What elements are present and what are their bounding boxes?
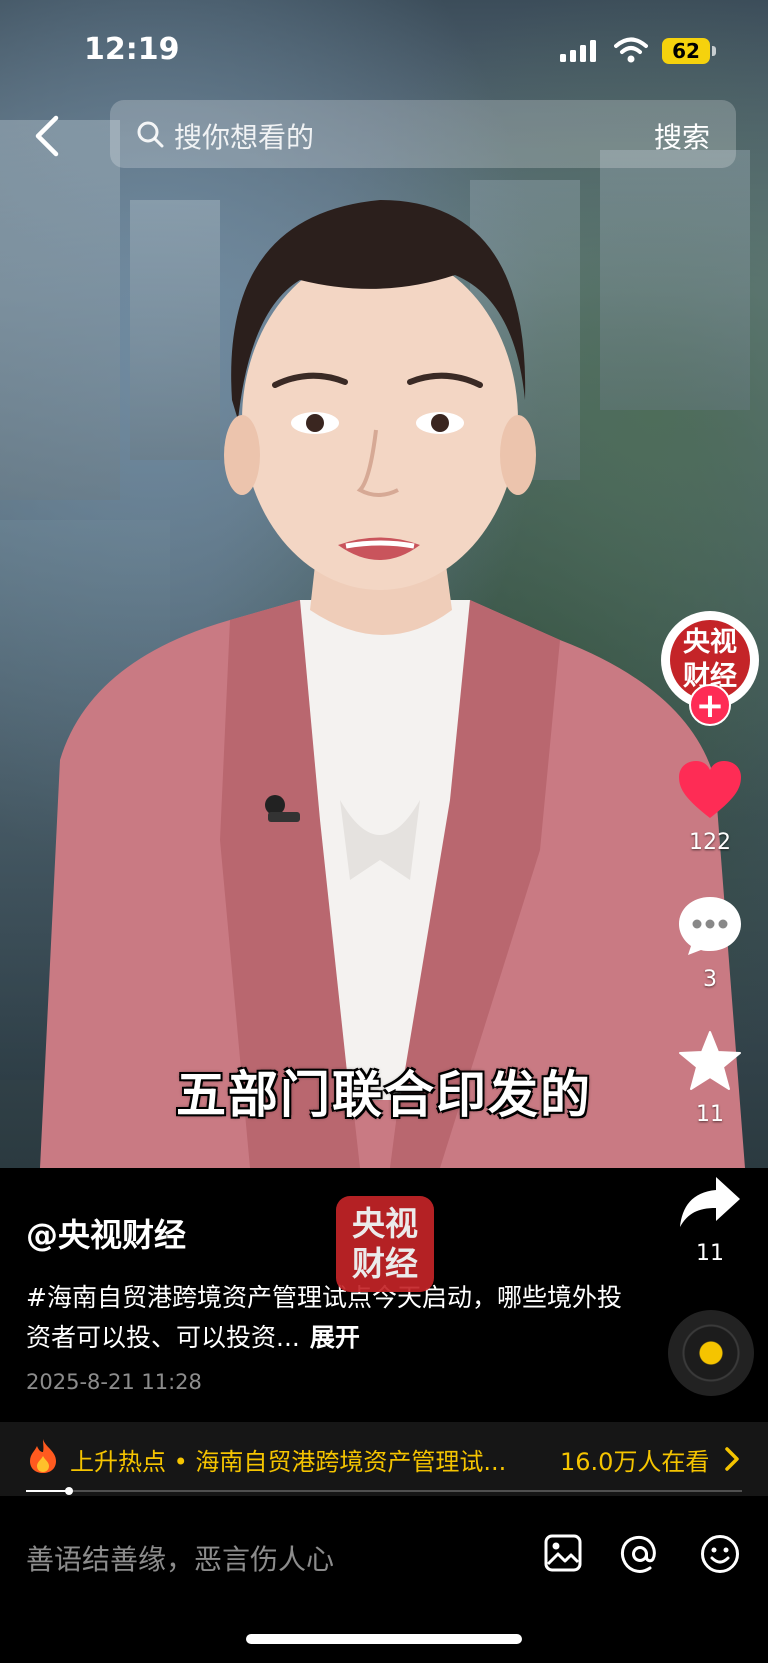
status-time: 12:19 bbox=[84, 32, 180, 67]
at-icon[interactable] bbox=[620, 1534, 660, 1574]
video-caption: @央视财经 #海南自贸港跨境资产管理试点今天启动，哪些境外投资者可以投、可以投资… bbox=[26, 1210, 626, 1394]
share-count: 11 bbox=[696, 1241, 724, 1266]
heart-icon bbox=[679, 761, 741, 818]
fire-icon bbox=[30, 1439, 56, 1473]
comment-button[interactable]: 3 bbox=[665, 895, 755, 992]
share-arrow-icon bbox=[680, 1177, 740, 1227]
status-bar: 12:19 62 bbox=[0, 0, 768, 90]
comment-input[interactable]: 善语结善缘，恶言伤人心 bbox=[26, 1538, 334, 1578]
author-name[interactable]: @央视财经 bbox=[26, 1210, 626, 1256]
follow-button[interactable]: + bbox=[689, 684, 731, 726]
wifi-icon bbox=[614, 37, 648, 63]
cellular-signal-icon bbox=[560, 40, 596, 62]
video-player[interactable]: 五部门联合印发的 bbox=[0, 0, 768, 1168]
star-icon bbox=[679, 1031, 741, 1090]
search-icon bbox=[137, 121, 164, 148]
caption-text: #海南自贸港跨境资产管理试点今天启动，哪些境外投资者可以投、可以投资... 展开 bbox=[26, 1278, 626, 1358]
search-input[interactable]: 搜你想看的 bbox=[174, 116, 314, 156]
battery-indicator: 62 bbox=[662, 38, 710, 64]
search-bar[interactable]: 搜你想看的 搜索 bbox=[110, 100, 736, 168]
expand-link[interactable]: 展开 bbox=[310, 1323, 360, 1352]
news-anchor-figure bbox=[40, 200, 745, 1168]
comment-count: 3 bbox=[703, 967, 717, 992]
video-progress-fill bbox=[26, 1490, 69, 1492]
comment-bubble-icon bbox=[679, 897, 741, 955]
music-disc-icon[interactable] bbox=[668, 1310, 754, 1396]
favorite-button[interactable]: 11 bbox=[665, 1030, 755, 1127]
post-time: 2025-8-21 11:28 bbox=[26, 1370, 202, 1394]
search-button[interactable]: 搜索 bbox=[654, 116, 710, 156]
chevron-right-icon bbox=[725, 1447, 739, 1471]
back-arrow-icon[interactable] bbox=[30, 114, 66, 158]
like-count: 122 bbox=[689, 830, 731, 855]
video-screen: 五部门联合印发的 12:19 62 搜你想看的 搜索 央视财经 + 122 3 … bbox=[0, 0, 768, 1663]
favorite-count: 11 bbox=[696, 1102, 724, 1127]
image-icon[interactable] bbox=[544, 1534, 582, 1572]
share-button[interactable]: 11 bbox=[665, 1175, 755, 1266]
hot-topic-bar[interactable]: 上升热点 • 海南自贸港跨境资产管理试... 16.0万人在看 bbox=[0, 1422, 768, 1496]
video-progress-bar[interactable] bbox=[26, 1487, 742, 1495]
video-progress-knob[interactable] bbox=[64, 1487, 73, 1495]
video-subtitle: 五部门联合印发的 bbox=[176, 1066, 592, 1124]
like-button[interactable]: 122 bbox=[665, 760, 755, 855]
hot-topic-text: 上升热点 • 海南自贸港跨境资产管理试... bbox=[70, 1448, 507, 1476]
home-indicator[interactable] bbox=[246, 1634, 522, 1644]
hot-topic-viewers: 16.0万人在看 bbox=[560, 1448, 710, 1476]
channel-watermark-logo: 央视财经 bbox=[336, 1196, 434, 1292]
emoji-icon[interactable] bbox=[700, 1534, 740, 1574]
battery-cap bbox=[712, 46, 716, 56]
